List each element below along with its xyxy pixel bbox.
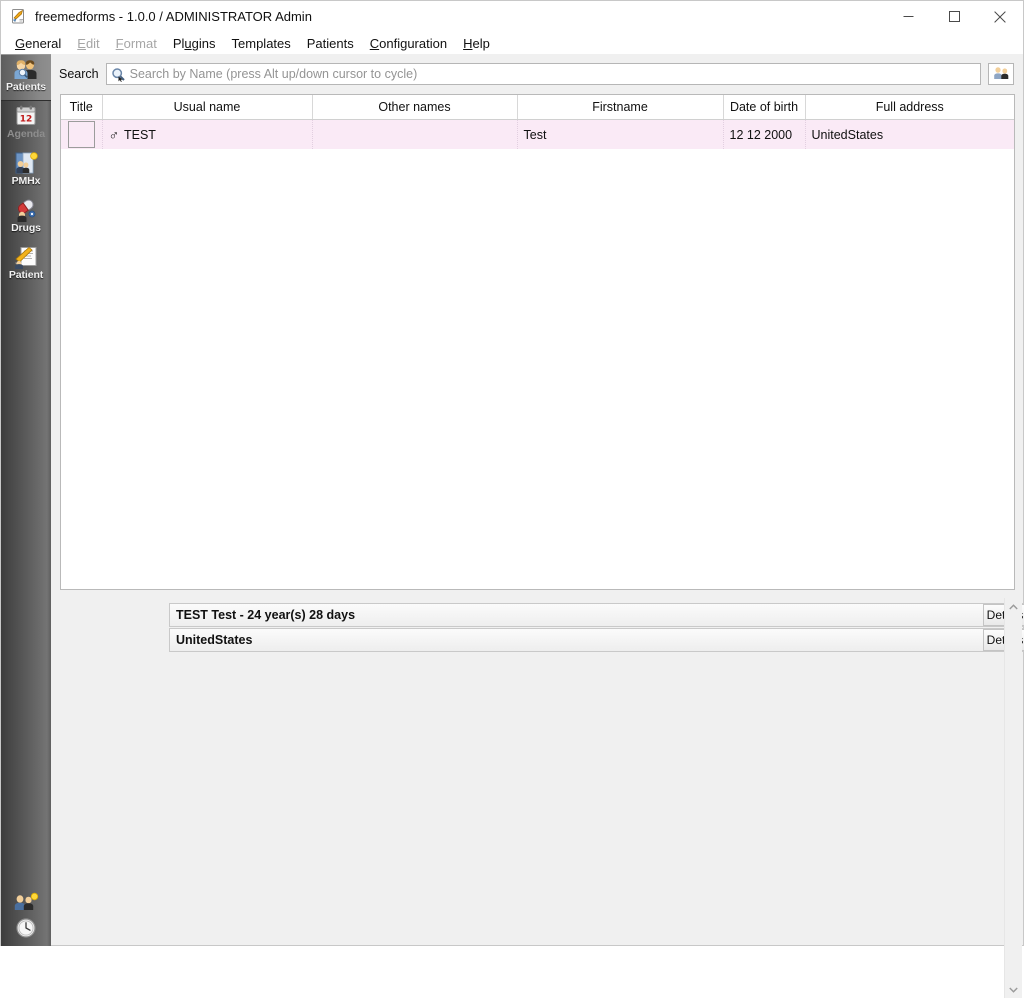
column-header-other-names[interactable]: Other names <box>312 95 518 120</box>
menu-bar: General Edit Format Plugins Templates Pa… <box>1 32 1023 54</box>
details-scrollbar[interactable] <box>1004 598 1022 998</box>
application-window: freemedforms - 1.0.0 / ADMINISTRATOR Adm… <box>0 0 1024 998</box>
column-header-full-address[interactable]: Full address <box>805 95 1014 120</box>
users-status-icon[interactable] <box>13 892 39 916</box>
scroll-up-button[interactable] <box>1005 598 1022 615</box>
details-panel-identity: TEST Test - 24 year(s) 28 days Details <box>169 603 1024 627</box>
patients-table[interactable]: Title Usual name Other names Firstname D… <box>60 94 1015 590</box>
dock-item-drugs[interactable]: Drugs <box>1 195 51 242</box>
window-title: freemedforms - 1.0.0 / ADMINISTRATOR Adm… <box>35 9 312 24</box>
maximize-button[interactable] <box>931 1 977 32</box>
dock-label-patient: Patient <box>8 269 44 281</box>
cell-usual-name[interactable]: ♂ TEST <box>102 119 313 149</box>
column-header-title[interactable]: Title <box>61 95 103 120</box>
left-dock: Patients 12 Agenda PMHx Drugs Patient <box>1 54 51 946</box>
menu-plugins[interactable]: Plugins <box>165 34 224 53</box>
dock-label-patients: Patients <box>5 81 47 93</box>
details-address-text: UnitedStates <box>176 633 253 647</box>
column-header-usual-name[interactable]: Usual name <box>102 95 313 120</box>
svg-text:12: 12 <box>20 115 33 125</box>
cell-other-names[interactable] <box>312 119 518 149</box>
dock-item-pmhx[interactable]: PMHx <box>1 148 51 195</box>
dock-item-agenda: 12 Agenda <box>1 101 51 148</box>
cell-title[interactable] <box>61 119 103 149</box>
usual-name-text: TEST <box>124 127 156 142</box>
menu-patients[interactable]: Patients <box>299 34 362 53</box>
menu-configuration[interactable]: Configuration <box>362 34 455 53</box>
cell-full-address[interactable]: UnitedStates <box>805 119 1014 149</box>
calendar-icon: 12 <box>13 104 39 128</box>
gender-male-icon: ♂ <box>108 126 120 143</box>
menu-general[interactable]: General <box>7 34 69 53</box>
title-bar-left: freemedforms - 1.0.0 / ADMINISTRATOR Adm… <box>10 1 312 32</box>
patients-icon <box>13 57 39 81</box>
details-identity-text: TEST Test - 24 year(s) 28 days <box>176 608 356 622</box>
cell-date-of-birth[interactable]: 12 12 2000 <box>723 119 806 149</box>
dock-item-patients[interactable]: Patients <box>1 54 51 101</box>
column-header-firstname[interactable]: Firstname <box>517 95 724 120</box>
menu-edit: Edit <box>77 35 100 51</box>
dock-bottom-area <box>1 890 51 946</box>
close-button[interactable] <box>977 1 1023 32</box>
search-input[interactable]: Search by Name (press Alt up/down cursor… <box>105 63 981 85</box>
dock-label-pmhx: PMHx <box>11 175 41 187</box>
main-area: Search Search by Name (press Alt up/down… <box>51 54 1024 998</box>
dock-item-patient[interactable]: Patient <box>1 242 51 289</box>
cell-firstname[interactable]: Test <box>517 119 724 149</box>
pmhx-icon <box>13 151 39 175</box>
search-label: Search <box>59 67 99 81</box>
window-controls <box>885 1 1023 32</box>
patient-details-panels: TEST Test - 24 year(s) 28 days Details U… <box>169 603 1024 653</box>
scroll-down-button[interactable] <box>1005 981 1022 998</box>
title-bar: freemedforms - 1.0.0 / ADMINISTRATOR Adm… <box>1 1 1023 32</box>
dock-label-drugs: Drugs <box>11 222 41 234</box>
patient-filter-button[interactable] <box>988 63 1014 85</box>
table-row[interactable]: ♂ TEST Test 12 12 2000 UnitedStates <box>61 119 1014 149</box>
freemedforms-icon <box>10 8 27 25</box>
minimize-button[interactable] <box>885 1 931 32</box>
clock-icon[interactable] <box>13 916 39 940</box>
table-header-row: Title Usual name Other names Firstname D… <box>61 95 1014 120</box>
patient-filter-icon <box>993 65 1010 83</box>
column-header-date-of-birth[interactable]: Date of birth <box>723 95 806 120</box>
cell-focus-indicator <box>68 121 95 148</box>
menu-templates[interactable]: Templates <box>224 34 299 53</box>
details-panel-address: UnitedStates Details <box>169 628 1024 652</box>
menu-format: Format <box>115 35 157 51</box>
drugs-icon <box>13 198 39 222</box>
search-icon <box>111 67 126 82</box>
dock-label-agenda: Agenda <box>7 128 45 140</box>
scrollbar-track[interactable] <box>1005 615 1022 981</box>
search-placeholder-text: Search by Name (press Alt up/down cursor… <box>129 67 418 81</box>
search-row: Search Search by Name (press Alt up/down… <box>59 61 1014 87</box>
menu-help[interactable]: Help <box>455 34 498 53</box>
patient-form-icon <box>13 245 39 269</box>
